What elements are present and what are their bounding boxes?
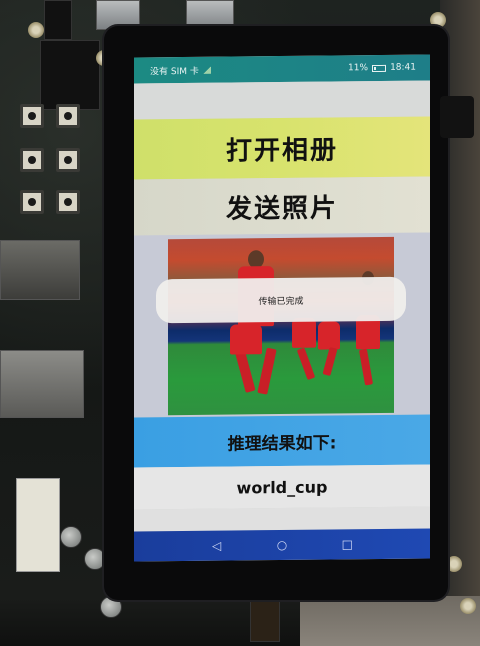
table-surface (300, 596, 480, 646)
recents-icon[interactable]: □ (337, 537, 357, 551)
board-key (20, 148, 44, 172)
status-bar: 没有 SIM 卡 11% 18:41 (134, 54, 430, 84)
result-value: world_cup (134, 464, 430, 510)
player-leg (322, 346, 338, 377)
selected-photo (168, 236, 394, 416)
ethernet-port (0, 240, 80, 300)
open-album-button[interactable]: 打开相册 (134, 116, 430, 180)
toast-message: 传输已完成 (156, 276, 406, 324)
pin-header (250, 598, 280, 642)
result-title: 推理结果如下: (134, 414, 430, 468)
pin-header (44, 0, 72, 40)
send-photo-button[interactable]: 发送照片 (134, 176, 430, 236)
carrier-text: 没有 SIM 卡 (150, 66, 199, 77)
hdmi-port (0, 350, 84, 418)
spacer-band (134, 80, 430, 120)
battery-icon (372, 64, 387, 72)
player-torso (318, 321, 340, 350)
capacitor (84, 548, 106, 570)
board-key (56, 190, 80, 214)
player-leg (234, 347, 256, 393)
battery-percent: 11% (348, 63, 369, 74)
nav-bar: ◁ ○ □ (134, 528, 430, 562)
player-leg (257, 347, 277, 395)
board-key (56, 148, 80, 172)
screw (446, 556, 462, 572)
spacer-band (134, 506, 430, 532)
player-leg (296, 347, 316, 381)
screw (28, 22, 44, 38)
camera-module (440, 96, 474, 138)
pin-header (40, 40, 100, 110)
board-key (20, 190, 44, 214)
capacitor (60, 526, 82, 548)
clock: 18:41 (390, 62, 416, 73)
player-torso (292, 317, 316, 348)
player-shorts (230, 324, 262, 355)
signal-icon (202, 66, 211, 74)
board-key (20, 104, 44, 128)
home-icon[interactable]: ○ (272, 538, 292, 552)
phone-screen: 没有 SIM 卡 11% 18:41 打开相册 发送照片 传输已完成 推理结果如… (134, 54, 430, 562)
screw (460, 598, 476, 614)
board-key (56, 104, 80, 128)
back-icon[interactable]: ◁ (207, 539, 227, 553)
power-connector (16, 478, 60, 572)
player-leg (358, 348, 374, 386)
